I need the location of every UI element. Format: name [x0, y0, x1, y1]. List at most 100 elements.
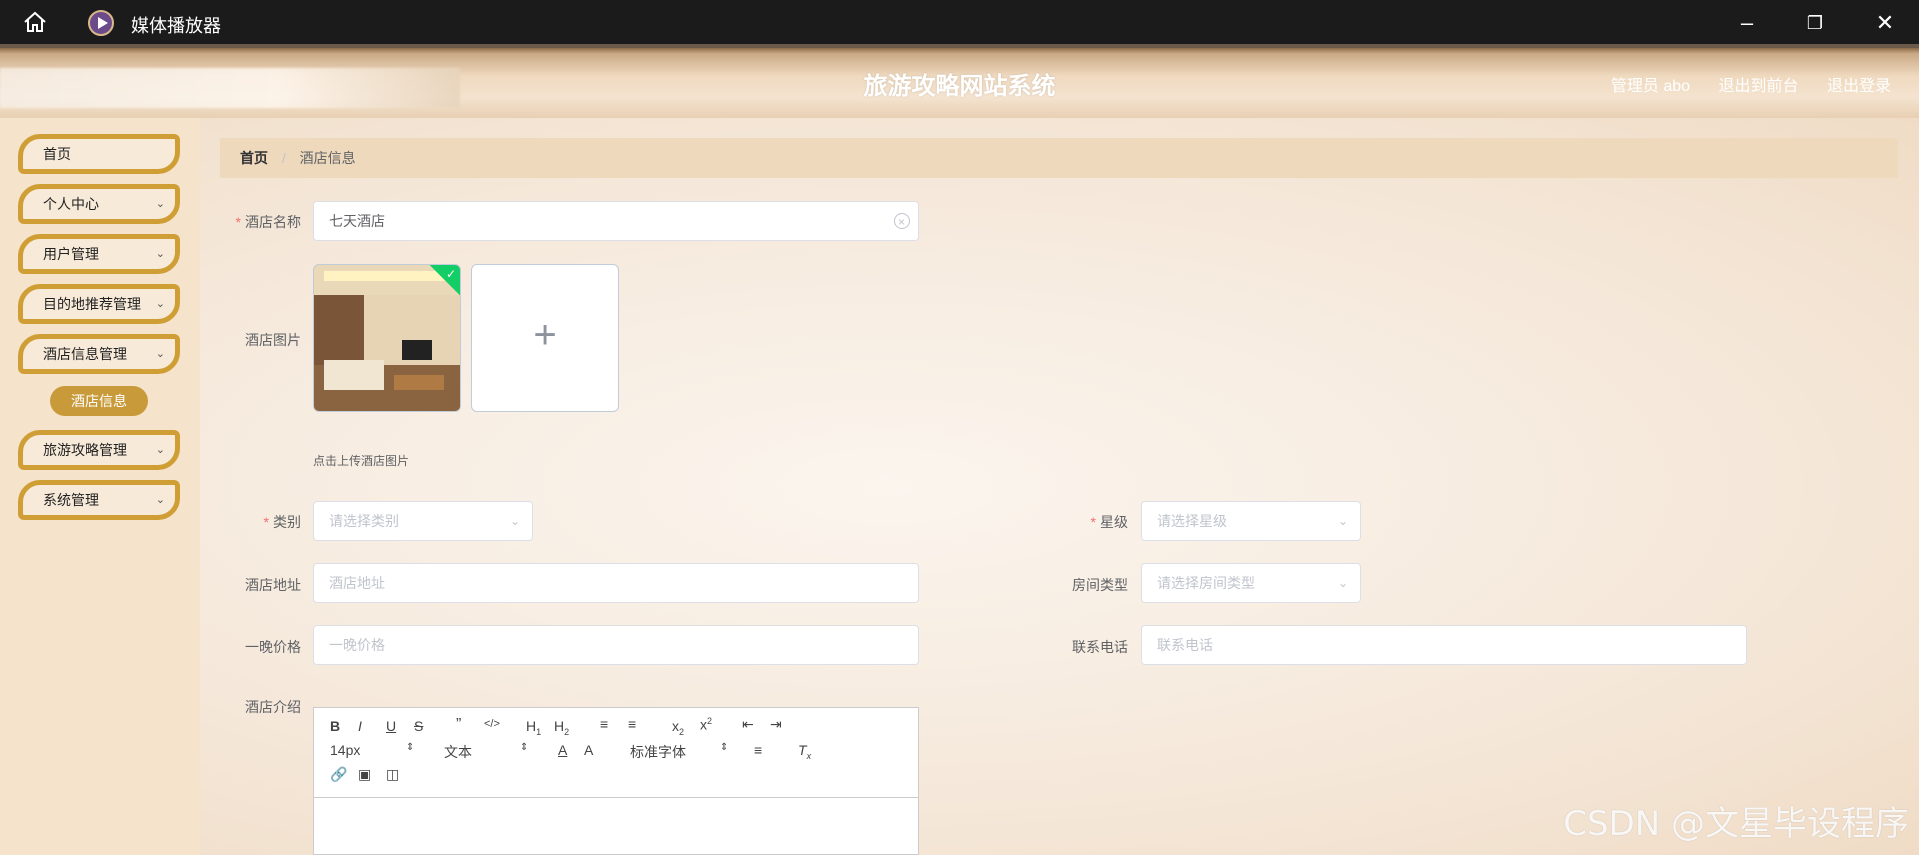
sidebar-item-home[interactable]: 首页 [18, 134, 180, 174]
header-links: 管理员 abo 退出到前台 退出登录 [1587, 72, 1891, 96]
hotel-image-thumbnail[interactable]: ✓ [313, 264, 461, 412]
bold-icon[interactable]: B [330, 718, 340, 734]
image-icon[interactable]: ▣ [358, 766, 371, 783]
chevron-down-icon: ⌄ [155, 298, 165, 310]
h1-icon[interactable]: H1 [526, 718, 541, 737]
app-title: 媒体播放器 [131, 16, 221, 36]
restore-button[interactable]: ❐ [1800, 8, 1830, 38]
category-label: * 类别 [263, 514, 301, 530]
strikethrough-icon[interactable]: S [414, 718, 423, 734]
star-select[interactable]: 请选择星级 ⌄ [1141, 501, 1361, 541]
chevron-down-icon: ⌄ [1337, 514, 1348, 528]
upload-add-button[interactable]: + [471, 264, 619, 412]
video-icon[interactable]: ◫ [386, 766, 399, 783]
media-player-icon [88, 10, 114, 36]
rich-text-editor[interactable]: B I U S ” </> H1 H2 ≡ ≡ x2 x2 ⇤ ⇥ 14px ⇕… [313, 707, 919, 855]
hotel-name-input[interactable]: 七天酒店 [313, 201, 919, 241]
phone-label: 联系电话 [1072, 639, 1128, 655]
background-color-icon[interactable]: A [584, 742, 593, 758]
home-icon[interactable] [22, 10, 48, 34]
check-icon: ✓ [445, 267, 456, 281]
phone-input[interactable]: 联系电话 [1141, 625, 1747, 665]
star-placeholder: 请选择星级 [1157, 513, 1227, 529]
close-button[interactable]: ✕ [1870, 8, 1900, 38]
intro-label: 酒店介绍 [245, 699, 301, 715]
room-type-select[interactable]: 请选择房间类型 ⌄ [1141, 563, 1361, 603]
sidebar-item-user-management[interactable]: 用户管理 ⌄ [18, 234, 180, 274]
sidebar-item-label: 旅游攻略管理 [43, 442, 127, 458]
code-icon[interactable]: </> [484, 718, 500, 730]
indent-icon[interactable]: ⇥ [770, 716, 782, 733]
chevron-down-icon: ⌄ [1337, 576, 1348, 590]
clear-format-icon[interactable]: Tx [798, 742, 811, 761]
minimize-button[interactable]: – [1732, 8, 1762, 38]
hotel-room-image [314, 265, 460, 411]
upload-tip: 点击上传酒店图片 [313, 454, 410, 468]
subscript-icon[interactable]: x2 [672, 718, 684, 737]
sidebar-item-label: 酒店信息管理 [43, 346, 127, 362]
sidebar-item-label: 系统管理 [43, 492, 99, 508]
italic-icon[interactable]: I [358, 718, 362, 734]
site-header: 旅游攻略网站系统 管理员 abo 退出到前台 退出登录 [0, 44, 1919, 118]
address-input[interactable]: 酒店地址 [313, 563, 919, 603]
sidebar-item-travel-guide[interactable]: 旅游攻略管理 ⌄ [18, 430, 180, 470]
watermark: CSDN @文星毕设程序 [1563, 804, 1909, 844]
hotel-image-label: 酒店图片 [245, 332, 301, 348]
sidebar-item-hotel-management[interactable]: 酒店信息管理 ⌄ [18, 334, 180, 374]
hotel-name-value: 七天酒店 [329, 213, 385, 229]
h2-icon[interactable]: H2 [554, 718, 569, 737]
clear-icon[interactable] [894, 203, 910, 241]
sidebar-item-system[interactable]: 系统管理 ⌄ [18, 480, 180, 520]
hotel-name-label: * 酒店名称 [235, 214, 301, 230]
sidebar-item-label: 个人中心 [43, 196, 99, 212]
plus-icon: + [533, 313, 557, 357]
price-label: 一晚价格 [245, 639, 301, 655]
text-style-select[interactable]: 文本 [444, 742, 472, 762]
breadcrumb-separator: / [281, 150, 286, 166]
price-placeholder: 一晚价格 [329, 637, 385, 653]
category-placeholder: 请选择类别 [329, 513, 399, 529]
bullet-list-icon[interactable]: ≡ [628, 716, 636, 732]
superscript-icon[interactable]: x2 [700, 716, 712, 733]
sidebar-subitem-hotel-info[interactable]: 酒店信息 [50, 386, 148, 416]
sidebar-item-label: 首页 [43, 146, 71, 162]
editor-toolbar: B I U S ” </> H1 H2 ≡ ≡ x2 x2 ⇤ ⇥ 14px ⇕… [314, 708, 918, 798]
ordered-list-icon[interactable]: ≡ [600, 716, 608, 732]
underline-icon[interactable]: U [386, 718, 396, 734]
outdent-icon[interactable]: ⇤ [742, 716, 754, 733]
breadcrumb: 首页 / 酒店信息 [220, 138, 1898, 178]
chevron-down-icon: ⌄ [155, 248, 165, 260]
logout-link[interactable]: 退出登录 [1827, 78, 1891, 95]
chevron-down-icon: ⌄ [155, 494, 165, 506]
sidebar: 首页 个人中心 ⌄ 用户管理 ⌄ 目的地推荐管理 ⌄ 酒店信息管理 ⌄ 酒店信息… [0, 118, 200, 855]
font-size-select[interactable]: 14px [330, 742, 360, 758]
address-placeholder: 酒店地址 [329, 575, 385, 591]
phone-placeholder: 联系电话 [1157, 637, 1213, 653]
sidebar-item-label: 用户管理 [43, 246, 99, 262]
sort-icon: ⇕ [720, 742, 729, 753]
room-type-label: 房间类型 [1072, 577, 1128, 593]
chevron-down-icon: ⌄ [155, 198, 165, 210]
address-label: 酒店地址 [245, 577, 301, 593]
room-type-placeholder: 请选择房间类型 [1157, 575, 1255, 591]
breadcrumb-home[interactable]: 首页 [240, 150, 268, 166]
sidebar-item-label: 目的地推荐管理 [43, 296, 141, 312]
font-color-icon[interactable]: A [558, 742, 567, 758]
admin-label: 管理员 abo [1610, 78, 1691, 95]
sidebar-item-destination[interactable]: 目的地推荐管理 ⌄ [18, 284, 180, 324]
price-input[interactable]: 一晚价格 [313, 625, 919, 665]
sidebar-item-personal-center[interactable]: 个人中心 ⌄ [18, 184, 180, 224]
font-family-select[interactable]: 标准字体 [630, 742, 686, 762]
chevron-down-icon: ⌄ [509, 514, 520, 528]
align-icon[interactable]: ≡ [754, 742, 762, 758]
window-title-bar: 媒体播放器 – ❐ ✕ [0, 0, 1919, 44]
chevron-down-icon: ⌄ [155, 444, 165, 456]
breadcrumb-current: 酒店信息 [299, 150, 356, 166]
exit-front-link[interactable]: 退出到前台 [1719, 78, 1799, 95]
star-label: * 星级 [1090, 514, 1128, 530]
link-icon[interactable]: 🔗 [330, 766, 347, 783]
blockquote-icon[interactable]: ” [456, 716, 461, 734]
sort-icon: ⇕ [406, 742, 415, 753]
category-select[interactable]: 请选择类别 ⌄ [313, 501, 533, 541]
sort-icon: ⇕ [520, 742, 529, 753]
